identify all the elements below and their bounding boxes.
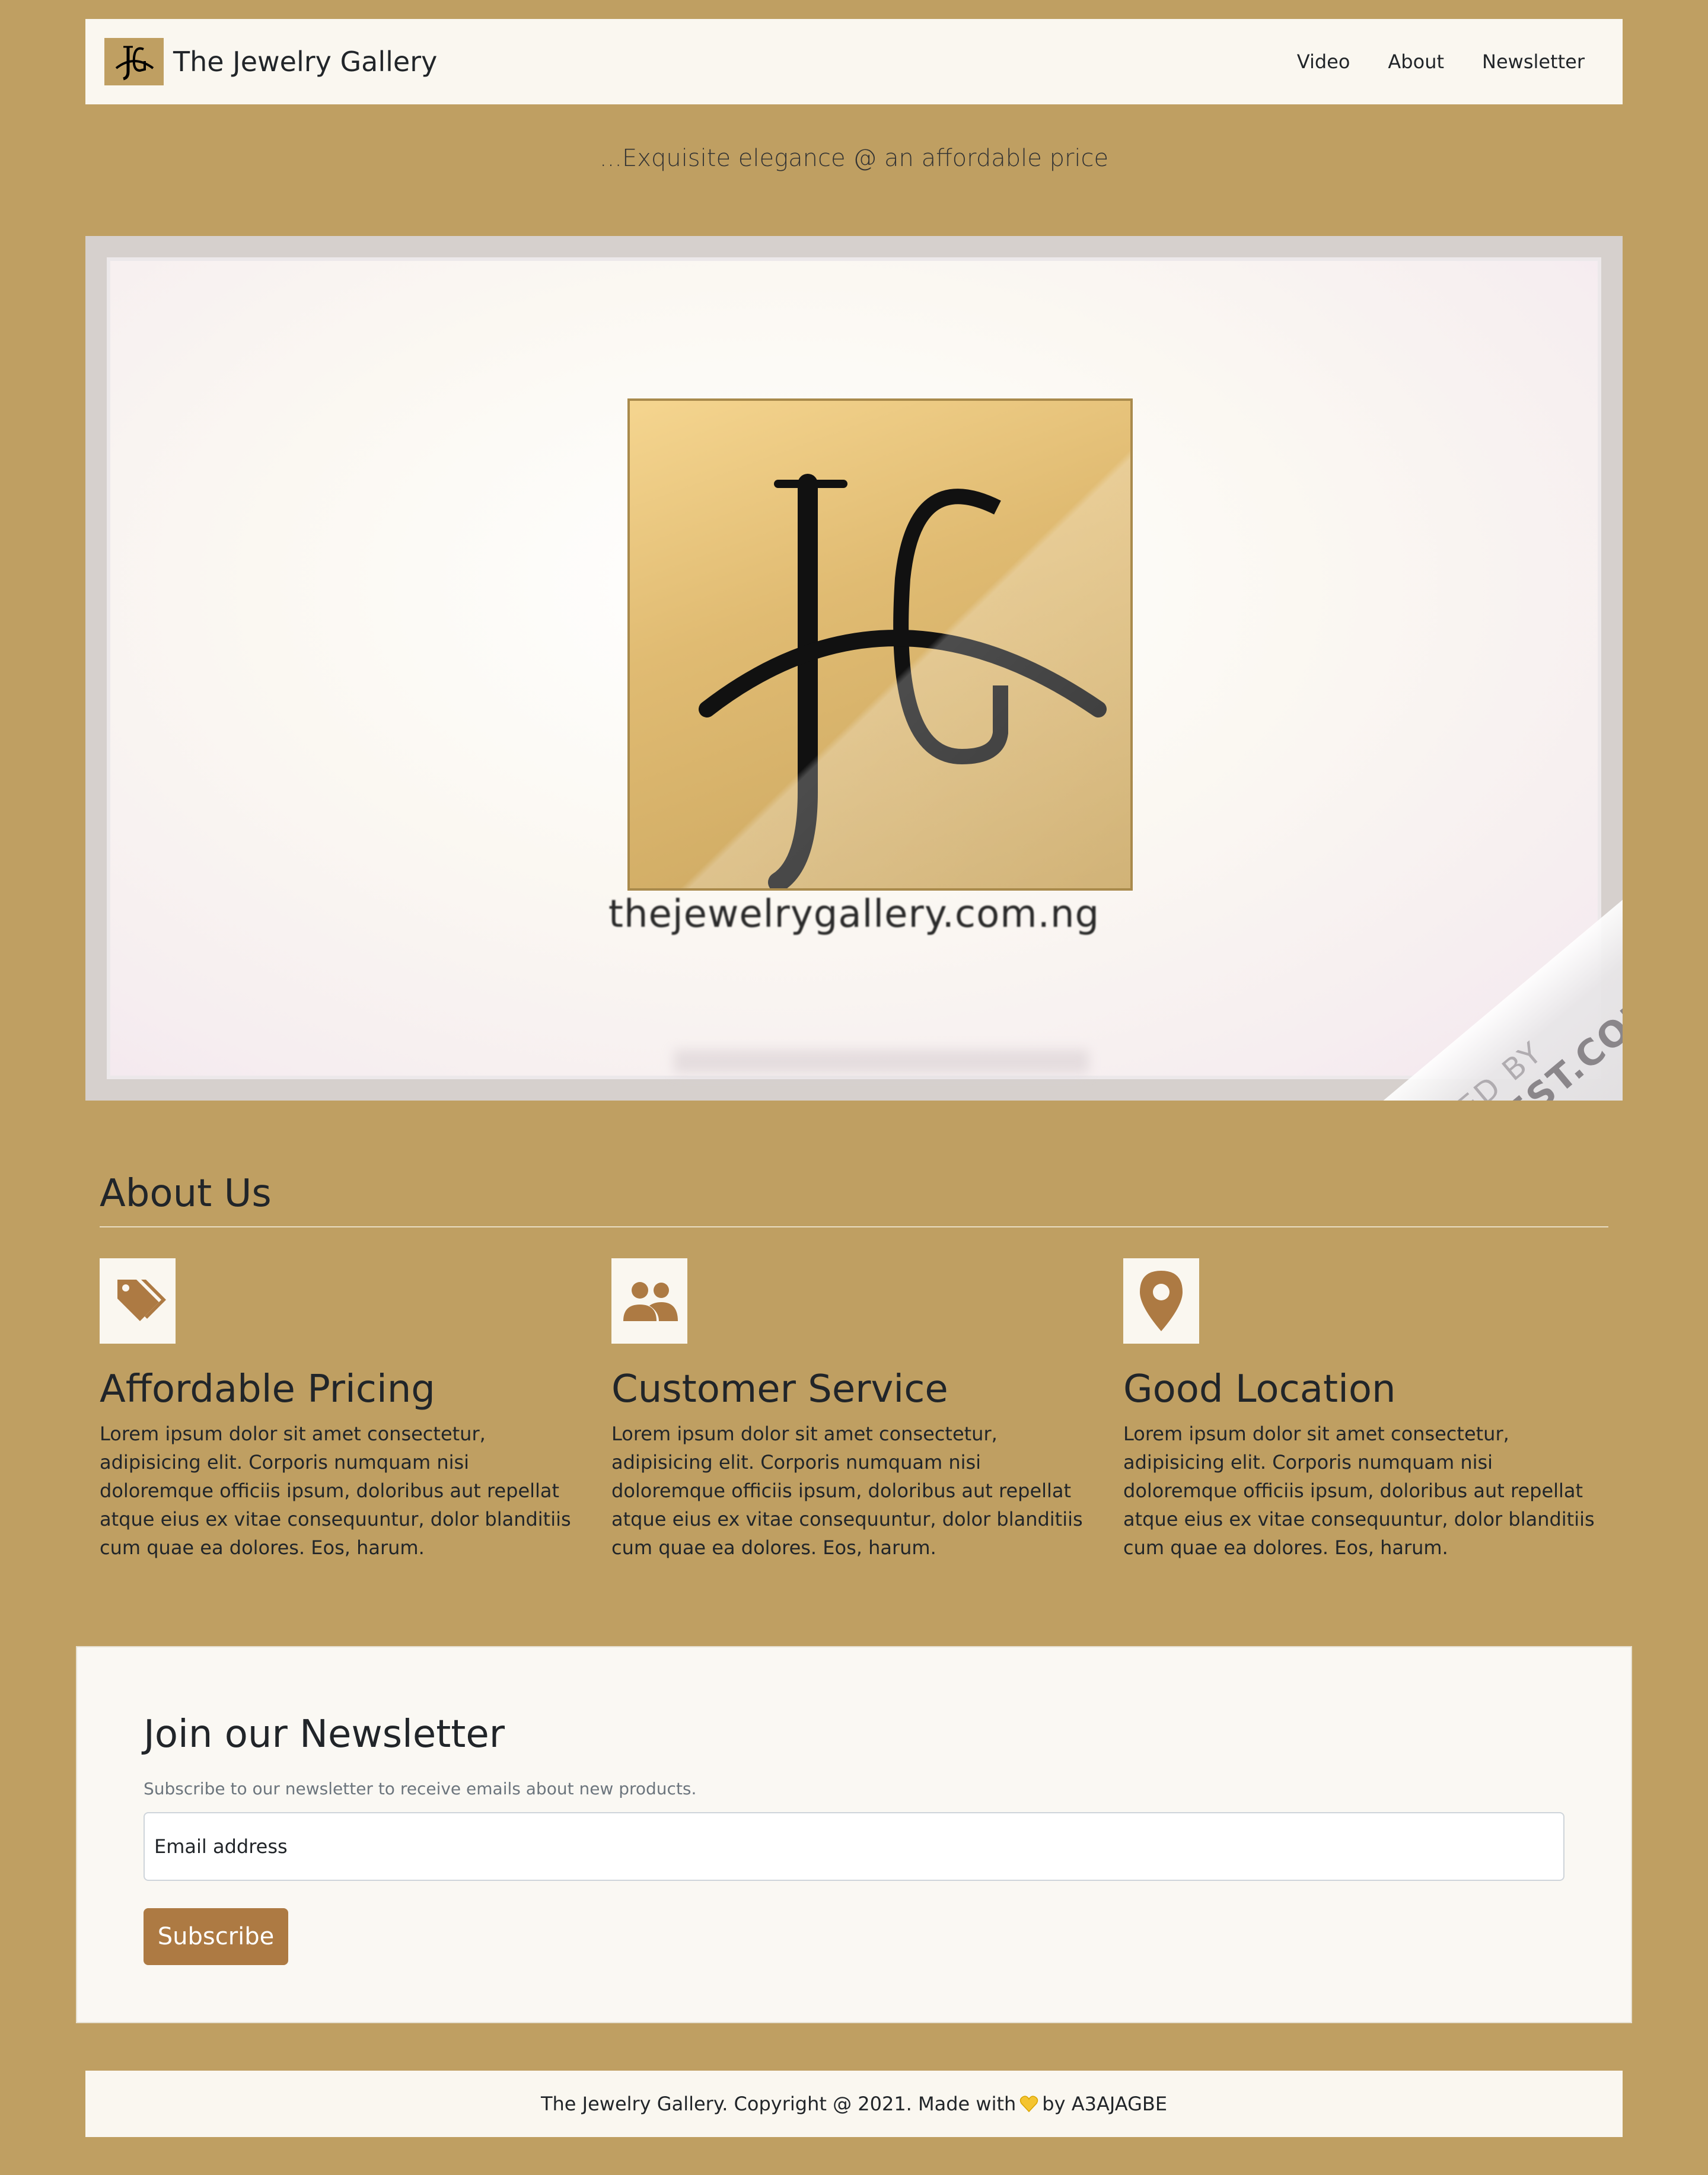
- nav-link-about[interactable]: About: [1388, 50, 1444, 73]
- hero-url-text: thejewelrygallery.com.ng: [608, 892, 1100, 936]
- brand-logo-icon[interactable]: [104, 38, 164, 85]
- users-icon: [611, 1258, 687, 1344]
- nav-link-newsletter[interactable]: Newsletter: [1482, 50, 1585, 73]
- feature-affordable-pricing: Affordable Pricing Lorem ipsum dolor sit…: [100, 1258, 586, 1562]
- footer-text-after: by A3AJAGBE: [1042, 2093, 1168, 2115]
- watermark-ribbon: CREATED BY RENDERFOREST.COM: [1148, 840, 1623, 1101]
- feature-text: Lorem ipsum dolor sit amet consectetur, …: [1123, 1423, 1595, 1559]
- feature-text: Lorem ipsum dolor sit amet consectetur, …: [100, 1423, 571, 1559]
- jg-logo-image: [627, 398, 1133, 891]
- hero-blurred-text: [674, 1050, 1089, 1073]
- brand-name[interactable]: The Jewelry Gallery: [173, 46, 437, 78]
- nav-links: Video About Newsletter: [1259, 50, 1585, 73]
- about-title: About Us: [100, 1172, 272, 1216]
- newsletter-subtitle: Subscribe to our newsletter to receive e…: [144, 1779, 697, 1798]
- feature-title: Good Location: [1123, 1367, 1396, 1411]
- feature-title: Customer Service: [611, 1367, 948, 1411]
- tagline: ...Exquisite elegance @ an affordable pr…: [599, 145, 1109, 172]
- video-frame: thejewelrygallery.com.ng CREATED BY REND…: [107, 257, 1623, 1101]
- map-pin-icon: [1123, 1258, 1199, 1344]
- tags-icon: [100, 1258, 176, 1344]
- footer: The Jewelry Gallery. Copyright @ 2021. M…: [85, 2071, 1623, 2137]
- brand[interactable]: The Jewelry Gallery: [104, 38, 437, 85]
- email-field[interactable]: [144, 1812, 1564, 1881]
- yellow-heart-icon: [1019, 2094, 1038, 2113]
- jg-monogram-icon: [630, 401, 1130, 888]
- subscribe-button[interactable]: Subscribe: [144, 1908, 288, 1965]
- navbar: The Jewelry Gallery Video About Newslett…: [85, 19, 1623, 104]
- feature-good-location: Good Location Lorem ipsum dolor sit amet…: [1123, 1258, 1610, 1562]
- nav-link-video[interactable]: Video: [1297, 50, 1350, 73]
- feature-text: Lorem ipsum dolor sit amet consectetur, …: [611, 1423, 1083, 1559]
- about-divider: [100, 1226, 1608, 1227]
- hero-video[interactable]: thejewelrygallery.com.ng CREATED BY REND…: [85, 236, 1623, 1101]
- feature-title: Affordable Pricing: [100, 1367, 435, 1411]
- feature-customer-service: Customer Service Lorem ipsum dolor sit a…: [611, 1258, 1098, 1562]
- watermark-line2: RENDERFOREST.COM: [1299, 984, 1623, 1101]
- newsletter-section: Join our Newsletter Subscribe to our new…: [76, 1646, 1632, 2023]
- newsletter-title: Join our Newsletter: [144, 1712, 505, 1756]
- footer-text-before: The Jewelry Gallery. Copyright @ 2021. M…: [540, 2093, 1016, 2115]
